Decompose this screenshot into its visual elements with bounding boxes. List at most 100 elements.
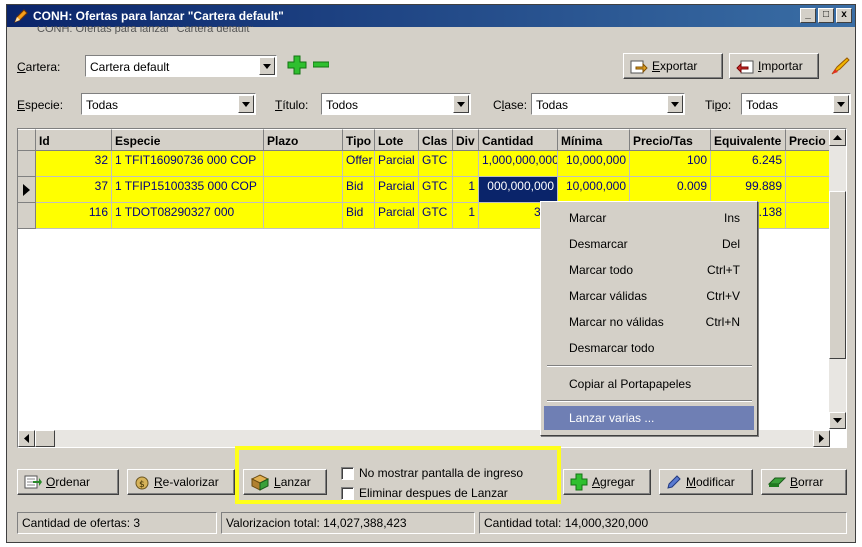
menu-item-lanzar-varias[interactable]: Lanzar varias ... bbox=[544, 406, 754, 430]
col-clas[interactable]: Clas bbox=[419, 129, 453, 151]
no-mostrar-checkbox[interactable] bbox=[341, 467, 354, 480]
exportar-button[interactable]: Exportar bbox=[623, 53, 723, 79]
revalorizar-button[interactable]: $ Re-valorizar bbox=[127, 469, 235, 495]
cell-tipo[interactable]: Offer bbox=[343, 151, 375, 177]
cell-minima[interactable]: 10,000,000 bbox=[558, 151, 630, 177]
menu-shortcut: Del bbox=[721, 237, 740, 251]
chevron-down-icon[interactable] bbox=[833, 95, 849, 113]
agregar-button[interactable]: Agregar bbox=[563, 469, 651, 495]
chevron-down-icon[interactable] bbox=[667, 95, 683, 113]
scroll-down-button[interactable] bbox=[829, 412, 846, 429]
cell-tipo[interactable]: Bid bbox=[343, 177, 375, 203]
menu-item-desmarcar[interactable]: Desmarcar Del bbox=[544, 232, 754, 256]
cell-precio[interactable] bbox=[786, 151, 830, 177]
remove-cartera-icon[interactable] bbox=[313, 61, 329, 69]
cell-cantidad-selected[interactable]: 000,000,000 bbox=[479, 177, 558, 203]
cell-div[interactable]: 1 bbox=[453, 203, 479, 229]
ordenar-button[interactable]: Ordenar bbox=[17, 469, 119, 495]
table-row[interactable]: 32 1 TFIT16090736 000 COP Offer Parcial … bbox=[18, 151, 830, 177]
cartera-select[interactable]: Cartera default bbox=[85, 55, 277, 77]
menu-item-copiar[interactable]: Copiar al Portapapeles bbox=[544, 372, 754, 396]
cell-precio-tas[interactable]: 0.009 bbox=[630, 177, 711, 203]
importar-button[interactable]: Importar bbox=[729, 53, 819, 79]
lanzar-button[interactable]: Lanzar bbox=[243, 469, 327, 495]
menu-item-marcar-no-validas[interactable]: Marcar no válidas Ctrl+N bbox=[544, 310, 754, 334]
menu-item-marcar[interactable]: Marcar Ins bbox=[544, 206, 754, 230]
cell-plazo[interactable] bbox=[264, 151, 343, 177]
close-button[interactable]: x bbox=[836, 8, 852, 23]
cell-equivalente[interactable]: 99.889 bbox=[711, 177, 786, 203]
cell-plazo[interactable] bbox=[264, 177, 343, 203]
menu-label: Desmarcar bbox=[569, 237, 628, 251]
cell-especie[interactable]: 1 TDOT08290327 000 bbox=[112, 203, 264, 229]
maximize-button[interactable]: □ bbox=[818, 8, 834, 23]
titulo-select[interactable]: Todos bbox=[321, 93, 471, 115]
window-title: CONH: Ofertas para lanzar "Cartera defau… bbox=[33, 9, 284, 23]
row-indicator bbox=[18, 203, 36, 229]
tipo-value: Todas bbox=[746, 98, 779, 112]
cell-lote[interactable]: Parcial bbox=[375, 151, 419, 177]
cell-especie[interactable]: 1 TFIP15100335 000 COP bbox=[112, 177, 264, 203]
launch-rocket-icon[interactable] bbox=[829, 55, 851, 77]
menu-shortcut: Ctrl+T bbox=[707, 263, 740, 277]
menu-shortcut: Ctrl+N bbox=[705, 315, 740, 329]
col-precio-tas[interactable]: Precio/Tas bbox=[630, 129, 711, 151]
title-bar[interactable]: CONH: Ofertas para lanzar "Cartera defau… bbox=[7, 5, 855, 27]
chevron-down-icon[interactable] bbox=[238, 95, 254, 113]
cell-id[interactable]: 32 bbox=[36, 151, 112, 177]
arrow-down-icon bbox=[833, 418, 842, 423]
cell-clas[interactable]: GTC bbox=[419, 151, 453, 177]
cell-equivalente[interactable]: 6.245 bbox=[711, 151, 786, 177]
vertical-scrollbar[interactable] bbox=[829, 129, 846, 429]
eliminar-checkbox[interactable] bbox=[341, 487, 354, 500]
col-plazo[interactable]: Plazo bbox=[264, 129, 343, 151]
col-precio[interactable]: Precio bbox=[786, 129, 830, 151]
cell-id[interactable]: 37 bbox=[36, 177, 112, 203]
scroll-up-button[interactable] bbox=[829, 129, 846, 146]
chevron-down-icon[interactable] bbox=[453, 95, 469, 113]
add-cartera-icon[interactable] bbox=[287, 55, 307, 75]
ghost-title: CONH: Ofertas para lanzar "Cartera defau… bbox=[37, 26, 254, 34]
cell-precio[interactable] bbox=[786, 177, 830, 203]
eliminar-label: Eliminar despues de Lanzar bbox=[359, 486, 508, 500]
cell-div[interactable] bbox=[453, 151, 479, 177]
cell-lote[interactable]: Parcial bbox=[375, 177, 419, 203]
chevron-down-icon[interactable] bbox=[259, 57, 275, 75]
col-tipo[interactable]: Tipo bbox=[343, 129, 375, 151]
cell-lote[interactable]: Parcial bbox=[375, 203, 419, 229]
cell-tipo[interactable]: Bid bbox=[343, 203, 375, 229]
row-indicator bbox=[18, 151, 36, 177]
tipo-select[interactable]: Todas bbox=[741, 93, 851, 115]
cell-minima[interactable]: 10,000,000 bbox=[558, 177, 630, 203]
scroll-thumb-vertical[interactable] bbox=[829, 191, 846, 359]
cell-clas[interactable]: GTC bbox=[419, 203, 453, 229]
minimize-button[interactable]: _ bbox=[800, 8, 816, 23]
modificar-button[interactable]: Modificar bbox=[659, 469, 753, 495]
cell-id[interactable]: 116 bbox=[36, 203, 112, 229]
col-cantidad[interactable]: Cantidad bbox=[479, 129, 558, 151]
cell-precio-tas[interactable]: 100 bbox=[630, 151, 711, 177]
scroll-left-button[interactable] bbox=[18, 430, 35, 447]
cell-precio[interactable] bbox=[786, 203, 830, 229]
cell-especie[interactable]: 1 TFIT16090736 000 COP bbox=[112, 151, 264, 177]
col-lote[interactable]: Lote bbox=[375, 129, 419, 151]
borrar-button[interactable]: Borrar bbox=[761, 469, 847, 495]
menu-item-marcar-todo[interactable]: Marcar todo Ctrl+T bbox=[544, 258, 754, 282]
cell-plazo[interactable] bbox=[264, 203, 343, 229]
col-minima[interactable]: Mínima bbox=[558, 129, 630, 151]
especie-select[interactable]: Todas bbox=[81, 93, 256, 115]
col-especie[interactable]: Especie bbox=[112, 129, 264, 151]
menu-item-marcar-validas[interactable]: Marcar válidas Ctrl+V bbox=[544, 284, 754, 308]
col-equivalente[interactable]: Equivalente bbox=[711, 129, 786, 151]
cell-div[interactable]: 1 bbox=[453, 177, 479, 203]
cell-cantidad[interactable]: 1,000,000,000 bbox=[479, 151, 558, 177]
col-div[interactable]: Div bbox=[453, 129, 479, 151]
scroll-right-button[interactable] bbox=[813, 430, 830, 447]
menu-item-desmarcar-todo[interactable]: Desmarcar todo bbox=[544, 336, 754, 360]
scroll-thumb-horizontal[interactable] bbox=[35, 430, 55, 447]
clase-select[interactable]: Todas bbox=[531, 93, 685, 115]
especie-label: Especie: bbox=[17, 98, 64, 112]
table-row-selected[interactable]: 37 1 TFIP15100335 000 COP Bid Parcial GT… bbox=[18, 177, 830, 203]
cell-clas[interactable]: GTC bbox=[419, 177, 453, 203]
col-id[interactable]: Id bbox=[36, 129, 112, 151]
